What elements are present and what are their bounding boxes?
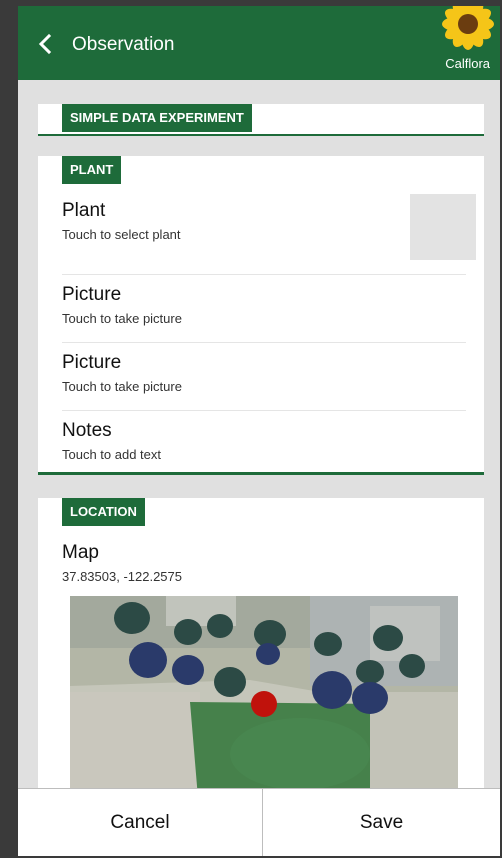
location-marker-icon <box>251 691 277 717</box>
save-button[interactable]: Save <box>263 789 500 856</box>
map-view[interactable] <box>70 596 458 798</box>
row-subtitle: Touch to take picture <box>62 311 182 326</box>
app-screen: Observation Calflora SIMPLE DATA EXPERIM… <box>18 6 500 856</box>
page-title: Observation <box>72 34 175 55</box>
row-title: Picture <box>62 352 122 373</box>
row-title: Plant <box>62 200 106 221</box>
plant-row[interactable]: Plant Touch to select plant <box>62 200 466 242</box>
row-title: Notes <box>62 420 112 441</box>
picture-row-1[interactable]: Picture Touch to take picture <box>62 284 466 326</box>
app-bar: Observation Calflora <box>18 6 500 80</box>
row-subtitle: Touch to select plant <box>62 227 181 242</box>
notes-row[interactable]: Notes Touch to add text <box>62 420 466 462</box>
map-row[interactable]: Map 37.83503, -122.2575 <box>62 542 466 584</box>
row-title: Picture <box>62 284 122 305</box>
divider <box>62 342 466 343</box>
cancel-button[interactable]: Cancel <box>18 789 263 856</box>
location-section: LOCATION Map 37.83503, -122.2575 <box>38 498 484 798</box>
bottom-action-bar: Cancel Save <box>18 788 500 856</box>
location-section-header: LOCATION <box>62 498 145 526</box>
divider <box>62 274 466 275</box>
experiment-card: SIMPLE DATA EXPERIMENT <box>38 104 484 136</box>
map-title: Map <box>62 542 99 563</box>
row-subtitle: Touch to add text <box>62 447 162 462</box>
row-subtitle: Touch to take picture <box>62 379 182 394</box>
experiment-header: SIMPLE DATA EXPERIMENT <box>62 104 252 132</box>
plant-section-header: PLANT <box>62 156 122 184</box>
plant-section: PLANT Plant Touch to select plant Pictur… <box>38 156 484 475</box>
divider <box>62 410 466 411</box>
plant-thumbnail[interactable] <box>410 194 476 260</box>
map-coordinates: 37.83503, -122.2575 <box>62 569 182 584</box>
back-arrow-icon[interactable] <box>36 32 56 56</box>
picture-row-2[interactable]: Picture Touch to take picture <box>62 352 466 394</box>
logo-text: Calflora <box>445 56 490 71</box>
